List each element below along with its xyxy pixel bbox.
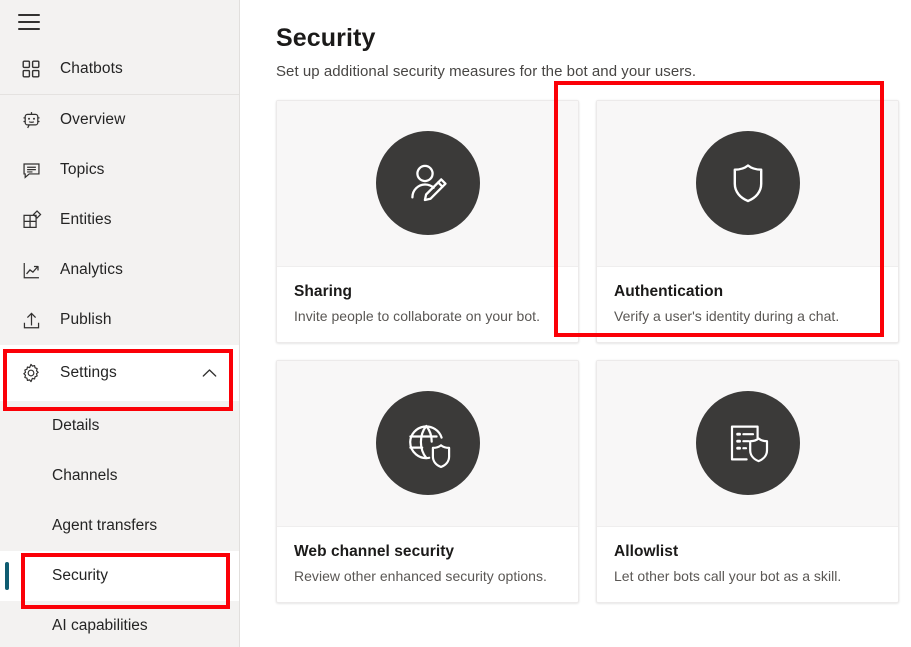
card-description: Review other enhanced security options.	[294, 568, 561, 584]
sidebar-item-label: Settings	[60, 364, 117, 382]
card-sharing[interactable]: Sharing Invite people to collaborate on …	[276, 100, 579, 343]
card-body: Authentication Verify a user's identity …	[597, 267, 898, 342]
card-description: Invite people to collaborate on your bot…	[294, 308, 561, 324]
sidebar-item-agent-transfers[interactable]: Agent transfers	[0, 501, 239, 551]
sidebar-item-label: Entities	[60, 211, 112, 229]
card-description: Verify a user's identity during a chat.	[614, 308, 881, 324]
person-edit-icon	[400, 155, 456, 211]
card-body: Allowlist Let other bots call your bot a…	[597, 527, 898, 602]
sidebar-item-security[interactable]: Security	[0, 551, 239, 601]
security-card-grid: Sharing Invite people to collaborate on …	[276, 100, 911, 603]
sidebar-item-chatbots[interactable]: Chatbots	[0, 44, 239, 94]
sidebar-subitem-label: Security	[52, 567, 108, 585]
card-media	[277, 101, 578, 267]
sidebar-subitem-label: AI capabilities	[52, 617, 148, 635]
sidebar-item-ai-capabilities[interactable]: AI capabilities	[0, 601, 239, 647]
list-shield-icon	[720, 415, 776, 471]
icon-disc	[376, 391, 480, 495]
sidebar-item-label: Analytics	[60, 261, 123, 279]
entities-icon	[18, 207, 44, 233]
sidebar-item-analytics[interactable]: Analytics	[0, 245, 239, 295]
card-body: Sharing Invite people to collaborate on …	[277, 267, 578, 342]
chevron-up-icon[interactable]	[202, 368, 217, 378]
sidebar-item-label: Topics	[60, 161, 105, 179]
sidebar-item-label: Chatbots	[60, 60, 123, 78]
chat-icon	[18, 157, 44, 183]
card-title: Sharing	[294, 283, 561, 301]
card-body: Web channel security Review other enhanc…	[277, 527, 578, 602]
icon-disc	[376, 131, 480, 235]
page-subtitle: Set up additional security measures for …	[276, 63, 911, 80]
card-allowlist[interactable]: Allowlist Let other bots call your bot a…	[596, 360, 899, 603]
card-media	[597, 361, 898, 527]
sidebar-subitem-label: Details	[52, 417, 99, 435]
card-title: Authentication	[614, 283, 881, 301]
gear-icon	[18, 360, 44, 386]
icon-disc	[696, 391, 800, 495]
app-root: Chatbots Overview	[0, 0, 911, 647]
sidebar-item-settings[interactable]: Settings	[0, 345, 239, 401]
grid-icon	[18, 56, 44, 82]
card-authentication[interactable]: Authentication Verify a user's identity …	[596, 100, 899, 343]
bot-icon	[18, 107, 44, 133]
card-title: Allowlist	[614, 543, 881, 561]
hamburger-icon[interactable]	[18, 14, 40, 30]
card-media	[277, 361, 578, 527]
sidebar-item-label: Publish	[60, 311, 112, 329]
analytics-chart-icon	[18, 257, 44, 283]
sidebar-subitem-label: Channels	[52, 467, 118, 485]
main-content: Security Set up additional security meas…	[240, 0, 911, 647]
sidebar-item-channels[interactable]: Channels	[0, 451, 239, 501]
sidebar-item-overview[interactable]: Overview	[0, 95, 239, 145]
sidebar-item-details[interactable]: Details	[0, 401, 239, 451]
card-web-channel-security[interactable]: Web channel security Review other enhanc…	[276, 360, 579, 603]
card-media	[597, 101, 898, 267]
sidebar-item-publish[interactable]: Publish	[0, 295, 239, 345]
sidebar: Chatbots Overview	[0, 0, 240, 647]
sidebar-item-label: Overview	[60, 111, 125, 129]
selection-indicator	[5, 562, 9, 590]
hamburger-menu-row	[0, 0, 239, 44]
globe-shield-icon	[400, 415, 456, 471]
shield-icon	[720, 155, 776, 211]
upload-icon	[18, 307, 44, 333]
sidebar-item-topics[interactable]: Topics	[0, 145, 239, 195]
icon-disc	[696, 131, 800, 235]
sidebar-subitem-label: Agent transfers	[52, 517, 157, 535]
card-title: Web channel security	[294, 543, 561, 561]
sidebar-item-entities[interactable]: Entities	[0, 195, 239, 245]
card-description: Let other bots call your bot as a skill.	[614, 568, 881, 584]
page-title: Security	[276, 24, 911, 53]
